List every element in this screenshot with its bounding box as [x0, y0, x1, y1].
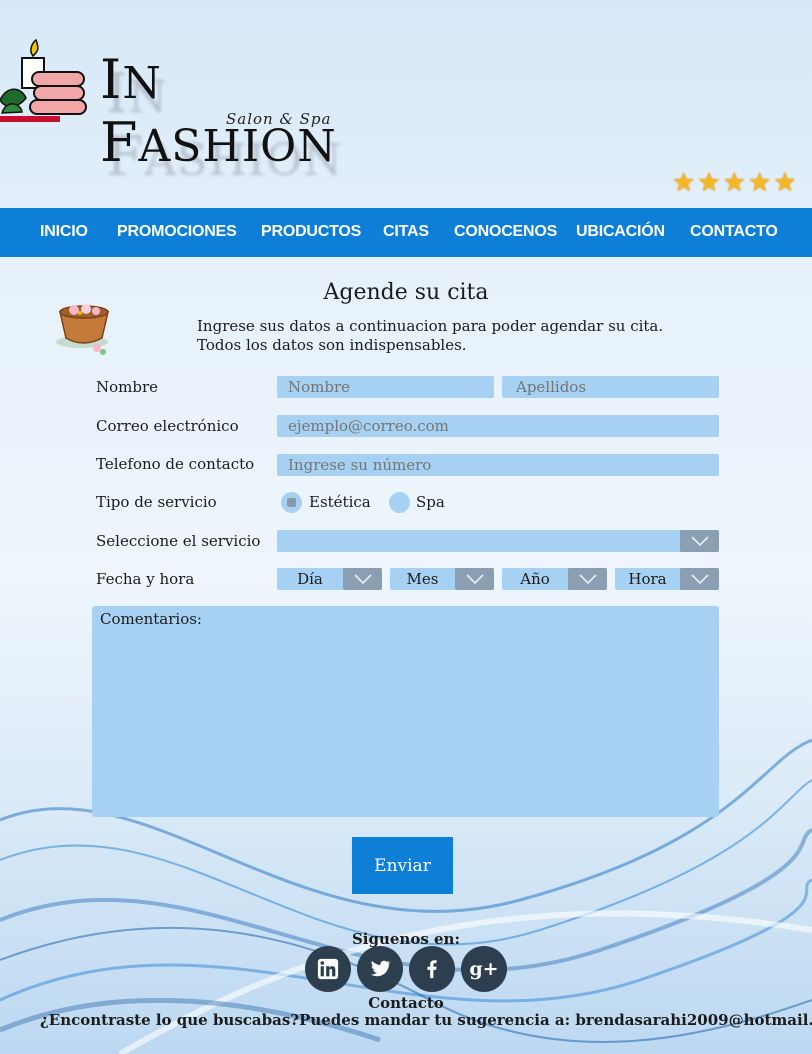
star-icon: ★ — [722, 168, 746, 198]
hour-select[interactable]: Hora — [615, 568, 719, 590]
facebook-icon[interactable] — [409, 946, 455, 992]
star-icon: ★ — [773, 168, 797, 198]
year-select-value: Año — [520, 570, 550, 588]
star-icon: ★ — [747, 168, 772, 198]
hour-select-value: Hora — [628, 570, 667, 588]
suggestion-text[interactable]: ¿Encontraste lo que buscabas?Puedes mand… — [40, 1011, 812, 1029]
radio-selected-dot — [287, 498, 296, 507]
form-intro: Ingrese sus datos a continuacion para po… — [197, 317, 663, 355]
linkedin-icon[interactable] — [305, 946, 351, 992]
nav-item-promociones[interactable]: PROMOCIONES — [117, 223, 237, 241]
main-nav: INICIO PROMOCIONES PRODUCTOS CITAS CONOC… — [0, 208, 812, 257]
nav-item-citas[interactable]: CITAS — [383, 223, 429, 241]
star-icon: ★ — [672, 168, 696, 198]
intro-line-2: Todos los datos son indispensables. — [197, 336, 467, 354]
datetime-label: Fecha y hora — [96, 570, 195, 588]
form-title: Agende su cita — [323, 280, 489, 305]
radio-spa[interactable] — [389, 492, 410, 513]
flower-bowl-icon — [56, 304, 110, 355]
month-select-value: Mes — [406, 570, 439, 588]
nav-item-inicio[interactable]: INICIO — [40, 223, 88, 241]
contact-title: Contacto — [368, 994, 444, 1012]
nav-item-conocenos[interactable]: CONOCENOS — [454, 223, 557, 241]
twitter-icon[interactable] — [357, 946, 403, 992]
brand-logo[interactable]: IN FASHION Salon & Spa — [0, 38, 350, 174]
chevron-down-icon[interactable] — [568, 568, 607, 590]
last-name-field[interactable] — [502, 376, 719, 398]
brand-subtitle: Salon & Spa — [226, 110, 332, 128]
intro-line-1: Ingrese sus datos a continuacion para po… — [197, 317, 664, 335]
service-select-label: Seleccione el servicio — [96, 532, 261, 550]
rating-stars: ★ ★ ★ ★ ★ — [672, 170, 797, 196]
email-label: Correo electrónico — [96, 417, 239, 435]
service-type-label: Tipo de servicio — [96, 493, 217, 511]
day-select[interactable]: Día — [277, 568, 382, 590]
radio-estetica-label: Estética — [309, 493, 371, 511]
phone-label: Telefono de contacto — [96, 455, 255, 473]
submit-button[interactable]: Enviar — [352, 837, 453, 894]
chevron-down-icon[interactable] — [455, 568, 494, 590]
year-select[interactable]: Año — [502, 568, 607, 590]
radio-estetica[interactable] — [281, 492, 302, 513]
month-select[interactable]: Mes — [390, 568, 494, 590]
spa-stones-icon — [0, 38, 87, 122]
nav-item-productos[interactable]: PRODUCTOS — [261, 223, 361, 241]
chevron-down-icon[interactable] — [680, 568, 719, 590]
social-links: g+ — [305, 946, 507, 992]
first-name-field[interactable] — [277, 376, 494, 398]
phone-field[interactable] — [277, 454, 719, 476]
chevron-down-icon[interactable] — [343, 568, 382, 590]
name-label: Nombre — [96, 378, 159, 396]
comments-placeholder: Comentarios: — [100, 610, 202, 628]
comments-textarea[interactable]: Comentarios: — [92, 606, 719, 817]
day-select-value: Día — [297, 570, 323, 588]
nav-item-contacto[interactable]: CONTACTO — [690, 223, 778, 241]
star-icon: ★ — [697, 168, 721, 198]
google-plus-icon[interactable]: g+ — [461, 946, 507, 992]
nav-item-ubicacion[interactable]: UBICACIÓN — [576, 223, 665, 241]
email-field[interactable] — [277, 415, 719, 437]
radio-spa-label: Spa — [416, 493, 445, 511]
service-select[interactable] — [277, 530, 719, 552]
chevron-down-icon[interactable] — [680, 530, 719, 552]
